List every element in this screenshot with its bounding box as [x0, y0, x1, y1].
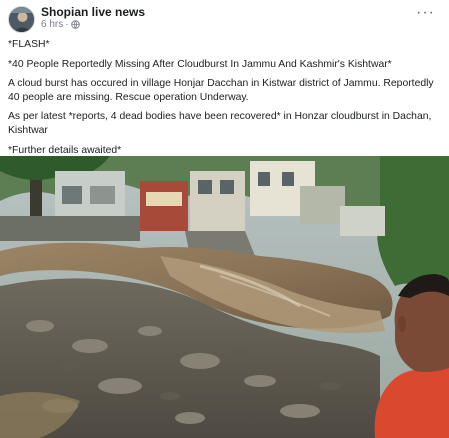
- post-photo[interactable]: [0, 156, 449, 438]
- post-timestamp[interactable]: 6 hrs: [41, 19, 63, 30]
- post-meta: 6 hrs ·: [41, 19, 80, 30]
- post-line-details: A cloud burst has occured in village Hon…: [8, 78, 434, 103]
- avatar-image: [9, 7, 34, 32]
- post-body: *FLASH* *40 People Reportedly Missing Af…: [8, 38, 444, 157]
- page-name-link[interactable]: Shopian live news: [41, 5, 145, 19]
- facebook-post: Shopian live news 6 hrs · ··· *FLASH* *4…: [0, 0, 449, 438]
- more-options-icon[interactable]: ···: [416, 5, 435, 21]
- globe-icon[interactable]: [70, 20, 80, 29]
- post-line-headline: *40 People Reportedly Missing After Clou…: [8, 58, 392, 70]
- meta-separator: ·: [65, 19, 69, 30]
- page-avatar[interactable]: [8, 6, 35, 33]
- post-line-update: As per latest *reports, 4 dead bodies ha…: [8, 111, 432, 136]
- post-line-flash: *FLASH*: [8, 39, 50, 50]
- post-header: Shopian live news 6 hrs · ···: [0, 0, 449, 34]
- flood-scene-image: [0, 156, 449, 438]
